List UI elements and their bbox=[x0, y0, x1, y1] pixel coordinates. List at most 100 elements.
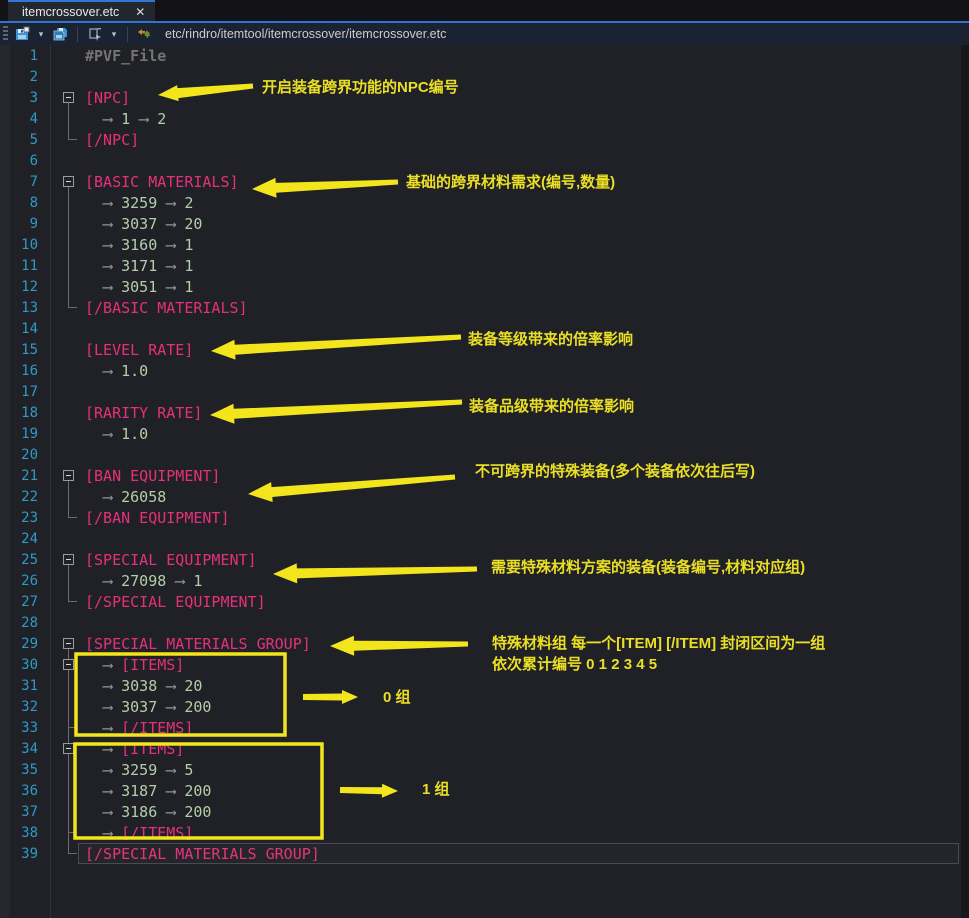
line-number: 37 bbox=[0, 804, 46, 820]
code-line[interactable]: 16 ⟶ 1.0 bbox=[0, 360, 969, 381]
fold-collapse-icon[interactable] bbox=[63, 470, 74, 481]
fold-gutter bbox=[46, 780, 82, 801]
fold-collapse-icon[interactable] bbox=[63, 659, 74, 670]
fold-gutter bbox=[46, 759, 82, 780]
toolbar-grip-handle[interactable] bbox=[3, 26, 8, 42]
code-line[interactable]: 31 ⟶ 3038 ⟶ 20 bbox=[0, 675, 969, 696]
code-line[interactable]: 13[/BASIC MATERIALS] bbox=[0, 297, 969, 318]
save-icon bbox=[14, 26, 30, 42]
code-line[interactable]: 28 bbox=[0, 612, 969, 633]
tab-itemcrossover[interactable]: itemcrossover.etc ✕ bbox=[8, 0, 155, 21]
fold-collapse-icon[interactable] bbox=[63, 176, 74, 187]
code-line[interactable]: 7[BASIC MATERIALS] bbox=[0, 171, 969, 192]
code-line[interactable]: 37 ⟶ 3186 ⟶ 200 bbox=[0, 801, 969, 822]
fold-line bbox=[68, 192, 69, 213]
code-line[interactable]: 29[SPECIAL MATERIALS GROUP] bbox=[0, 633, 969, 654]
code-text: [/SPECIAL EQUIPMENT] bbox=[82, 593, 266, 611]
fold-gutter bbox=[46, 318, 82, 339]
line-number: 18 bbox=[0, 405, 46, 421]
fold-line bbox=[68, 696, 69, 717]
save-all-icon bbox=[52, 26, 68, 42]
code-line[interactable]: 6 bbox=[0, 150, 969, 171]
code-line[interactable]: 8 ⟶ 3259 ⟶ 2 bbox=[0, 192, 969, 213]
fold-end-tick bbox=[68, 139, 77, 140]
code-line[interactable]: 34 ⟶ [ITEMS] bbox=[0, 738, 969, 759]
vertical-scrollbar[interactable] bbox=[961, 45, 969, 918]
code-text: ⟶ 3038 ⟶ 20 bbox=[82, 677, 202, 695]
fold-gutter bbox=[46, 45, 82, 66]
code-line[interactable]: 11 ⟶ 3171 ⟶ 1 bbox=[0, 255, 969, 276]
code-line[interactable]: 23[/BAN EQUIPMENT] bbox=[0, 507, 969, 528]
line-number: 20 bbox=[0, 447, 46, 463]
preview-dropdown-chevron[interactable]: ▾ bbox=[109, 29, 119, 40]
fold-gutter bbox=[46, 234, 82, 255]
code-line[interactable]: 14 bbox=[0, 318, 969, 339]
fold-gutter bbox=[46, 528, 82, 549]
fold-collapse-icon[interactable] bbox=[63, 638, 74, 649]
line-number: 27 bbox=[0, 594, 46, 610]
code-line[interactable]: 2 bbox=[0, 66, 969, 87]
fold-line bbox=[68, 276, 69, 297]
fold-gutter bbox=[46, 129, 82, 150]
code-line[interactable]: 15[LEVEL RATE] bbox=[0, 339, 969, 360]
fold-gutter bbox=[46, 276, 82, 297]
save-button[interactable] bbox=[13, 25, 31, 43]
sync-add-button[interactable] bbox=[136, 25, 154, 43]
code-line[interactable]: 4 ⟶ 1 ⟶ 2 bbox=[0, 108, 969, 129]
code-line[interactable]: 22 ⟶ 26058 bbox=[0, 486, 969, 507]
preview-button[interactable] bbox=[86, 25, 104, 43]
code-text: ⟶ 3259 ⟶ 5 bbox=[82, 761, 193, 779]
code-line[interactable]: 33 ⟶ [/ITEMS] bbox=[0, 717, 969, 738]
fold-line bbox=[68, 780, 69, 801]
code-line[interactable]: 26 ⟶ 27098 ⟶ 1 bbox=[0, 570, 969, 591]
code-line[interactable]: 30 ⟶ [ITEMS] bbox=[0, 654, 969, 675]
code-line[interactable]: 39[/SPECIAL MATERIALS GROUP] bbox=[0, 843, 969, 864]
fold-gutter bbox=[46, 381, 82, 402]
line-number: 31 bbox=[0, 678, 46, 694]
line-number: 32 bbox=[0, 699, 46, 715]
code-line[interactable]: 12 ⟶ 3051 ⟶ 1 bbox=[0, 276, 969, 297]
save-all-button[interactable] bbox=[51, 25, 69, 43]
code-line[interactable]: 36 ⟶ 3187 ⟶ 200 bbox=[0, 780, 969, 801]
code-text: [/BAN EQUIPMENT] bbox=[82, 509, 230, 527]
toolbar-separator bbox=[127, 27, 128, 42]
fold-gutter bbox=[46, 465, 82, 486]
code-line[interactable]: 38 ⟶ [/ITEMS] bbox=[0, 822, 969, 843]
code-text: ⟶ 3037 ⟶ 20 bbox=[82, 215, 202, 233]
save-dropdown-chevron[interactable]: ▾ bbox=[36, 29, 46, 40]
code-line[interactable]: 17 bbox=[0, 381, 969, 402]
code-line[interactable]: 3[NPC] bbox=[0, 87, 969, 108]
code-line[interactable]: 9 ⟶ 3037 ⟶ 20 bbox=[0, 213, 969, 234]
code-line[interactable]: 10 ⟶ 3160 ⟶ 1 bbox=[0, 234, 969, 255]
fold-collapse-icon[interactable] bbox=[63, 92, 74, 103]
code-text: ⟶ 3171 ⟶ 1 bbox=[82, 257, 193, 275]
code-text: ⟶ [ITEMS] bbox=[82, 740, 184, 758]
tab-close-icon[interactable]: ✕ bbox=[135, 6, 145, 18]
code-text: [/BASIC MATERIALS] bbox=[82, 299, 248, 317]
fold-collapse-icon[interactable] bbox=[63, 743, 74, 754]
fold-gutter bbox=[46, 675, 82, 696]
fold-gutter bbox=[46, 507, 82, 528]
code-line[interactable]: 32 ⟶ 3037 ⟶ 200 bbox=[0, 696, 969, 717]
fold-gutter bbox=[46, 171, 82, 192]
code-line[interactable]: 20 bbox=[0, 444, 969, 465]
code-line[interactable]: 5[/NPC] bbox=[0, 129, 969, 150]
fold-end-tick bbox=[68, 853, 77, 854]
code-line[interactable]: 25[SPECIAL EQUIPMENT] bbox=[0, 549, 969, 570]
fold-end-tick bbox=[68, 601, 77, 602]
line-number: 15 bbox=[0, 342, 46, 358]
line-number: 17 bbox=[0, 384, 46, 400]
fold-collapse-icon[interactable] bbox=[63, 554, 74, 565]
code-line[interactable]: 24 bbox=[0, 528, 969, 549]
fold-gutter bbox=[46, 549, 82, 570]
sync-add-icon bbox=[137, 26, 153, 42]
code-line[interactable]: 19 ⟶ 1.0 bbox=[0, 423, 969, 444]
code-line[interactable]: 21[BAN EQUIPMENT] bbox=[0, 465, 969, 486]
code-line[interactable]: 35 ⟶ 3259 ⟶ 5 bbox=[0, 759, 969, 780]
fold-end-tick bbox=[68, 517, 77, 518]
fold-gutter bbox=[46, 738, 82, 759]
code-editor[interactable]: 1#PVF_File23[NPC]4 ⟶ 1 ⟶ 25[/NPC]67[BASI… bbox=[0, 45, 969, 918]
code-line[interactable]: 1#PVF_File bbox=[0, 45, 969, 66]
code-line[interactable]: 18[RARITY RATE] bbox=[0, 402, 969, 423]
code-line[interactable]: 27 [/SPECIAL EQUIPMENT] bbox=[0, 591, 969, 612]
